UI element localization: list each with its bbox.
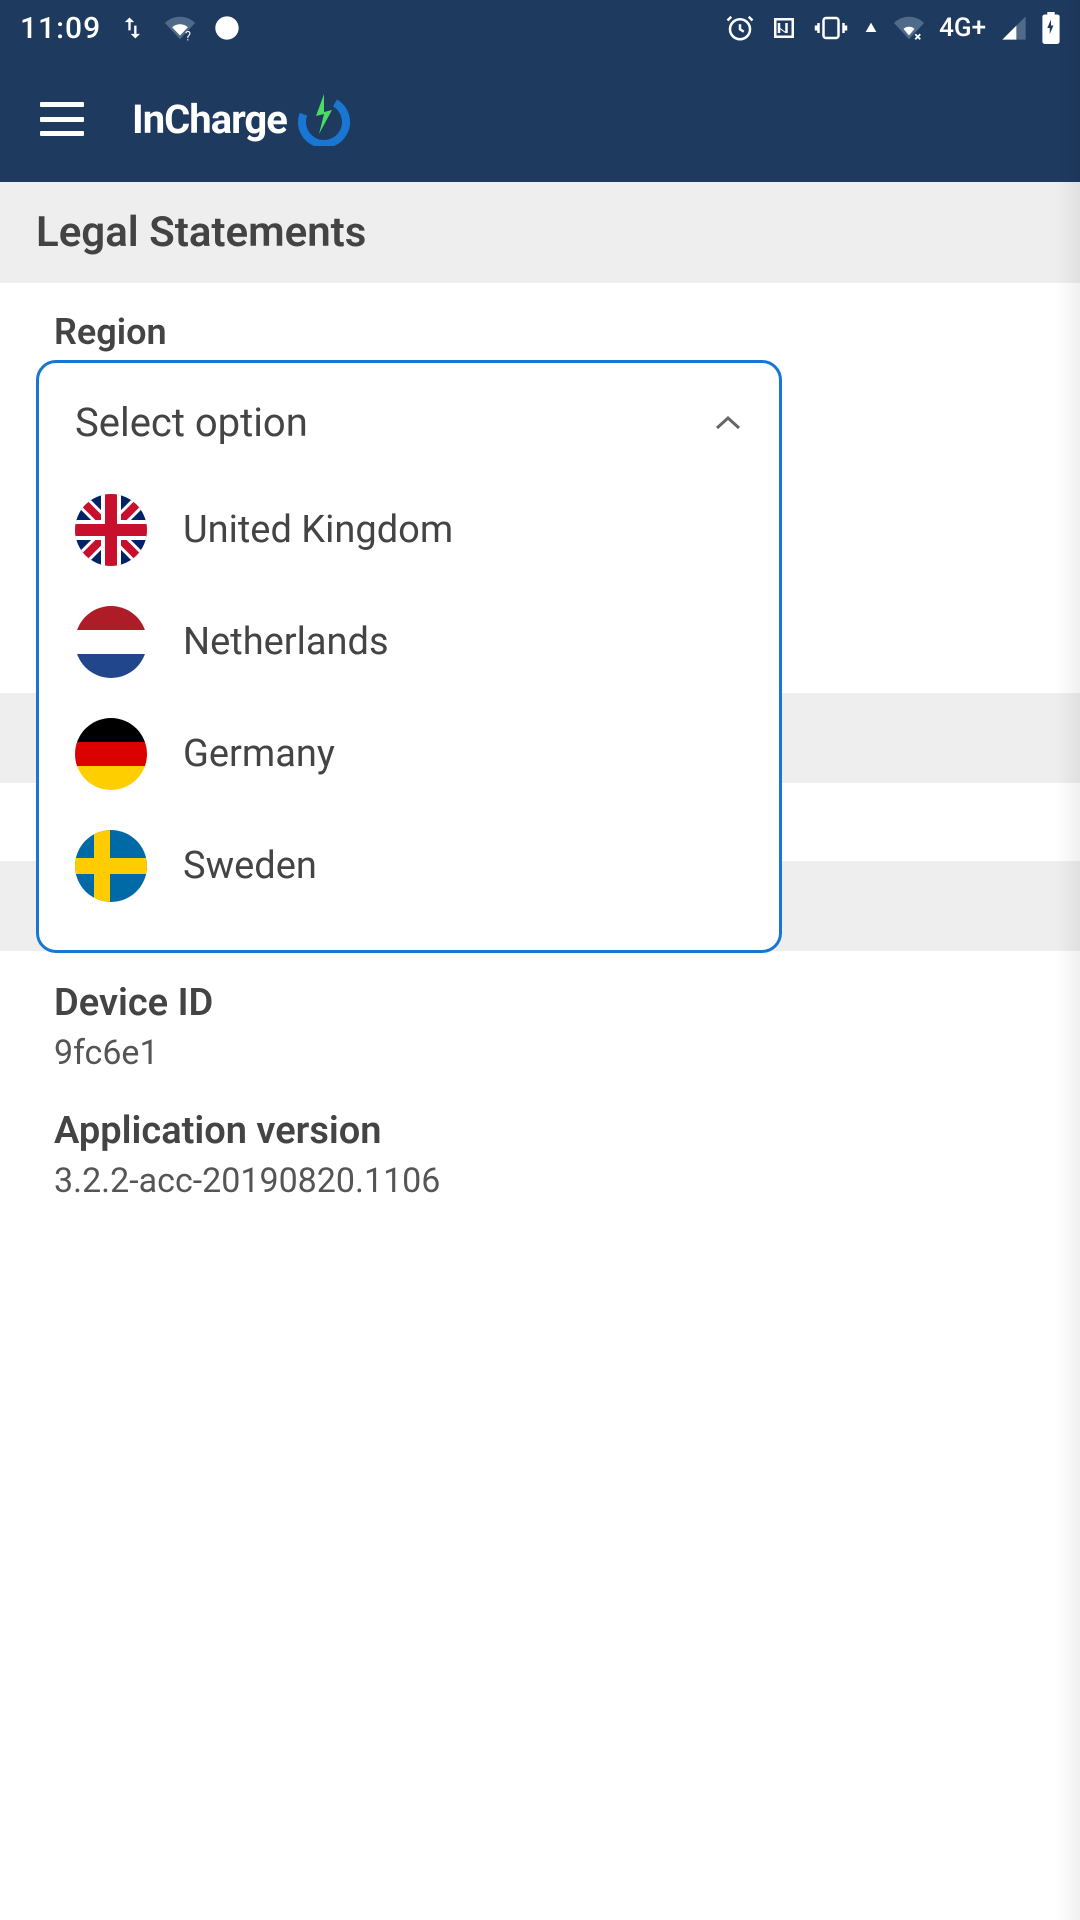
dropdown-option-label: United Kingdom (183, 508, 453, 552)
app-version-value: 3.2.2-acc-20190820.1106 (54, 1161, 1026, 1201)
dropdown-option-de[interactable]: Germany (75, 698, 743, 810)
dropdown-option-label: Germany (183, 732, 335, 776)
dropdown-option-nl[interactable]: Netherlands (75, 586, 743, 698)
flag-uk-icon (75, 494, 147, 566)
dropdown-option-uk[interactable]: United Kingdom (75, 474, 743, 586)
svg-text:?: ? (185, 30, 191, 44)
battery-charging-icon (1042, 12, 1060, 44)
status-left: 11:09 ? (20, 11, 241, 46)
status-bar: 11:09 ? 4G+ (0, 0, 1080, 56)
dropdown-title: Select option (75, 399, 308, 446)
status-time: 11:09 (20, 11, 101, 46)
network-type: 4G+ (939, 13, 986, 43)
flag-de-icon (75, 718, 147, 790)
device-id-value: 9fc6e1 (54, 1033, 1026, 1073)
dropdown-option-label: Netherlands (183, 620, 389, 664)
dropdown-option-label: Sweden (183, 844, 317, 888)
region-label: Region (54, 311, 1026, 353)
wifi-question-icon: ? (165, 13, 195, 43)
vibrate-icon (813, 13, 849, 43)
region-dropdown[interactable]: Select option United Kingdom Netherlands… (36, 360, 782, 953)
app-bar: InCharge (0, 56, 1080, 182)
signal-icon (1000, 14, 1028, 42)
device-id-row: Device ID 9fc6e1 (54, 981, 1026, 1073)
alarm-icon (725, 13, 755, 43)
data-sync-icon (119, 14, 147, 42)
flag-se-icon (75, 830, 147, 902)
p-app-icon (213, 14, 241, 42)
logo-icon (297, 92, 351, 146)
app-version-row: Application version 3.2.2-acc-20190820.1… (54, 1109, 1026, 1201)
app-name: InCharge (132, 96, 287, 143)
triangle-up-icon (863, 20, 879, 36)
status-right: 4G+ (725, 12, 1060, 44)
nfc-icon (769, 13, 799, 43)
wifi-blocked-icon (893, 13, 925, 43)
dropdown-header[interactable]: Select option (75, 391, 743, 474)
chevron-up-icon (713, 408, 743, 438)
page-title: Legal Statements (0, 182, 1080, 283)
app-version-label: Application version (54, 1109, 1026, 1153)
info-section: Device ID 9fc6e1 Application version 3.2… (0, 951, 1080, 1277)
device-id-label: Device ID (54, 981, 1026, 1025)
dropdown-option-se[interactable]: Sweden (75, 810, 743, 922)
app-logo: InCharge (132, 92, 351, 146)
flag-nl-icon (75, 606, 147, 678)
menu-button[interactable] (40, 102, 84, 136)
